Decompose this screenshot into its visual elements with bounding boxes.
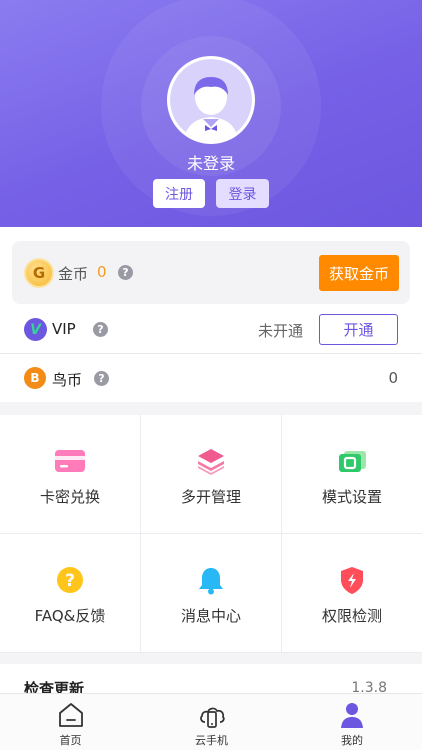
coins-label: 金币: [58, 265, 89, 283]
grid-item-label: 卡密兑换: [39, 488, 100, 506]
coins-value: 0: [97, 263, 107, 281]
bell-icon: [199, 568, 223, 595]
bird-coin-help-icon[interactable]: ?: [94, 371, 109, 386]
grid-item-messages[interactable]: 消息中心: [141, 534, 282, 653]
vip-icon: V: [24, 318, 47, 341]
vip-help-icon[interactable]: ?: [93, 322, 108, 337]
get-coins-button[interactable]: 获取金币: [319, 255, 399, 291]
layers-icon: [198, 449, 224, 475]
tab-mine[interactable]: 我的: [282, 694, 422, 750]
bird-coin-label: 鸟币: [52, 371, 83, 389]
vip-label: VIP: [52, 320, 76, 338]
grid-item-mode-settings[interactable]: 模式设置: [282, 415, 422, 534]
feature-grid: 卡密兑换 多开管理 模式设置 ? FAQ&反馈 消息中心 权限检测: [0, 415, 422, 653]
card-icon: [55, 450, 85, 472]
grid-item-card-redeem[interactable]: 卡密兑换: [0, 415, 141, 534]
grid-item-label: 权限检测: [321, 607, 382, 625]
login-status-text: 未登录: [186, 154, 235, 173]
mode-icon: [339, 451, 366, 472]
tab-home[interactable]: 首页: [0, 694, 141, 750]
grid-item-label: FAQ&反馈: [34, 607, 106, 625]
bottom-tab-bar: 首页 云手机 我的: [0, 693, 422, 750]
bird-coin-icon: B: [24, 367, 46, 389]
tab-label: 我的: [341, 734, 363, 747]
tab-cloud-phone[interactable]: 云手机: [141, 694, 282, 750]
bird-coin-value: 0: [388, 369, 398, 387]
tab-label: 首页: [59, 734, 82, 747]
coins-section: G 金币 0 ? 获取金币: [0, 227, 422, 309]
coins-card: G 金币 0 ? 获取金币: [12, 241, 410, 304]
default-avatar-icon: [170, 59, 252, 141]
bird-coin-row[interactable]: B 鸟币 ? 0: [0, 354, 422, 402]
vip-status: 未开通: [258, 322, 304, 340]
grid-item-multi-open[interactable]: 多开管理: [141, 415, 282, 534]
avatar[interactable]: [167, 56, 255, 144]
gold-coin-icon: G: [24, 258, 54, 288]
login-button[interactable]: 登录: [216, 179, 269, 208]
register-button[interactable]: 注册: [153, 179, 205, 208]
home-icon: [58, 703, 83, 727]
grid-item-faq[interactable]: ? FAQ&反馈: [0, 534, 141, 653]
grid-item-label: 消息中心: [180, 607, 241, 625]
coins-help-icon[interactable]: ?: [118, 265, 133, 280]
tab-label: 云手机: [195, 734, 228, 747]
faq-icon: ?: [57, 567, 83, 593]
grid-item-label: 模式设置: [321, 488, 382, 506]
grid-item-label: 多开管理: [180, 488, 241, 506]
cloud-phone-icon: [199, 707, 225, 728]
svg-text:?: ?: [65, 571, 75, 591]
profile-header: 未登录 注册 登录: [0, 0, 422, 227]
shield-icon: [341, 567, 363, 594]
grid-item-permissions[interactable]: 权限检测: [282, 534, 422, 653]
user-icon: [341, 703, 363, 728]
vip-row[interactable]: V VIP ? 未开通 开通: [0, 307, 422, 354]
vip-open-button[interactable]: 开通: [319, 314, 398, 345]
